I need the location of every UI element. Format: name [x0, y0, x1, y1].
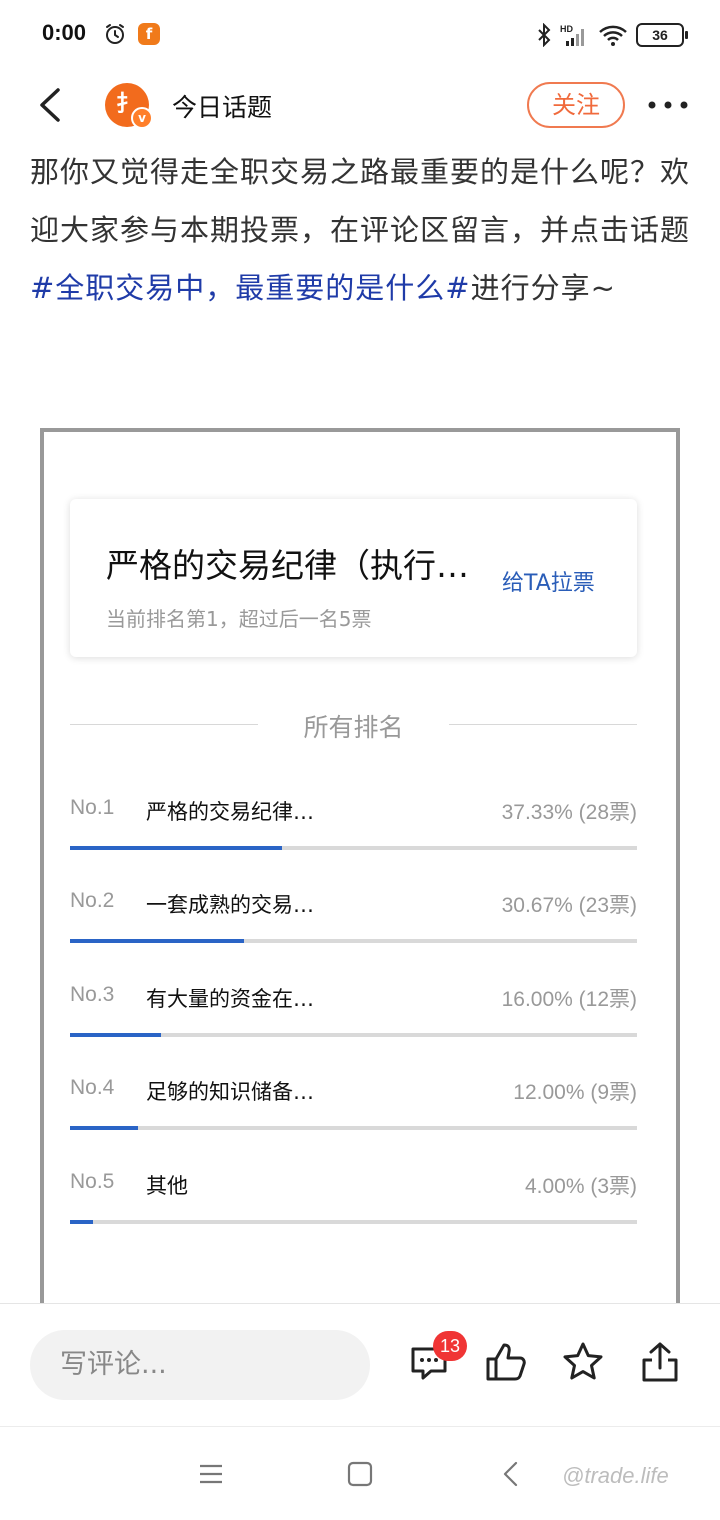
rank-number: No.1	[70, 796, 115, 819]
topic-logo[interactable]: 扌 v	[105, 83, 153, 129]
rank-progress-track	[70, 846, 637, 850]
rank-progress-track	[70, 939, 637, 943]
rank-option-name: 足够的知识储备…	[146, 1080, 314, 1104]
battery-icon: 36	[636, 23, 688, 47]
system-nav-bar: @trade.life	[0, 1426, 720, 1520]
menu-icon[interactable]	[196, 1459, 226, 1489]
rank-progress-fill	[70, 939, 244, 943]
rank-progress-fill	[70, 1220, 93, 1224]
favorite-icon[interactable]	[561, 1340, 605, 1384]
rank-progress-fill	[70, 1033, 161, 1037]
svg-text:HD: HD	[560, 24, 573, 34]
rank-vote-value: 12.00% (9票)	[513, 1081, 637, 1104]
rank-vote-value: 37.33% (28票)	[501, 801, 637, 824]
ranking-row[interactable]: No.5 其他 4.00% (3票)	[70, 1170, 637, 1230]
verified-badge-icon: v	[131, 107, 153, 129]
back-icon[interactable]	[28, 82, 74, 128]
ranking-header-label: 所有排名	[303, 713, 404, 742]
back-nav-icon[interactable]	[497, 1459, 527, 1489]
rank-number: No.3	[70, 983, 115, 1006]
signal-icon: HD	[560, 24, 584, 46]
rank-option-name: 一套成熟的交易…	[146, 893, 314, 917]
rank-option-name: 其他	[146, 1174, 188, 1198]
topic-hashtag-link[interactable]: #全职交易中，最重要的是什么#	[30, 271, 471, 305]
page-title[interactable]: 今日话题	[172, 88, 272, 124]
ranking-row[interactable]: No.1 严格的交易纪律… 37.33% (28票)	[70, 796, 637, 856]
rank-option-name: 严格的交易纪律…	[146, 800, 314, 824]
action-bar: 写评论...	[0, 1303, 720, 1425]
rank-progress-track	[70, 1126, 637, 1130]
vote-for-button[interactable]: 给TA拉票	[502, 565, 595, 597]
ranking-row[interactable]: No.4 足够的知识储备… 12.00% (9票)	[70, 1076, 637, 1136]
rank-vote-value: 30.67% (23票)	[501, 894, 637, 917]
rank-vote-value: 4.00% (3票)	[524, 1175, 637, 1198]
article-text: 那你又觉得走全职交易之路最重要的是什么呢？欢迎大家参与本期投票，在评论区留言，并…	[30, 143, 700, 317]
app-notification-icon: f	[138, 23, 160, 45]
rank-progress-fill	[70, 846, 282, 850]
follow-button[interactable]: 关注	[527, 82, 625, 128]
status-indicators: HD 36	[536, 20, 688, 50]
comment-input[interactable]: 写评论...	[30, 1330, 370, 1400]
rank-progress-fill	[70, 1126, 139, 1130]
alarm-icon	[106, 24, 124, 44]
leader-title: 严格的交易纪律（执行…	[106, 546, 469, 585]
rank-number: No.2	[70, 889, 115, 912]
article-text-before: 那你又觉得走全职交易之路最重要的是什么呢？欢迎大家参与本期投票，在评论区留言，并…	[30, 155, 691, 247]
ranking-row[interactable]: No.3 有大量的资金在… 16.00% (12票)	[70, 983, 637, 1043]
share-icon[interactable]	[638, 1340, 682, 1384]
leader-subtitle: 当前排名第1，超过后一名5票	[106, 607, 372, 631]
ranking-header: 所有排名	[70, 708, 637, 742]
rank-progress-track	[70, 1033, 637, 1037]
ranking-row[interactable]: No.2 一套成熟的交易… 30.67% (23票)	[70, 889, 637, 949]
more-icon[interactable]	[646, 90, 690, 120]
rank-option-name: 有大量的资金在…	[146, 987, 314, 1011]
rank-number: No.4	[70, 1076, 115, 1099]
divider	[449, 724, 637, 725]
wifi-icon	[599, 25, 627, 46]
like-icon[interactable]	[484, 1340, 528, 1384]
status-bar: 0:00 f HD 36	[0, 0, 720, 70]
status-time: 0:00	[42, 20, 87, 45]
rank-progress-track	[70, 1220, 637, 1224]
leader-card[interactable]: 严格的交易纪律（执行… 当前排名第1，超过后一名5票 给TA拉票	[70, 499, 637, 657]
nav-bar: 扌 v 今日话题 关注	[0, 70, 720, 140]
bluetooth-icon	[538, 23, 551, 47]
article-text-after: 进行分享~	[470, 271, 616, 305]
comment-count-badge: 13	[433, 1331, 467, 1361]
rank-vote-value: 16.00% (12票)	[501, 988, 637, 1011]
home-icon[interactable]	[345, 1459, 375, 1489]
watermark: @trade.life	[562, 1463, 669, 1488]
rank-number: No.5	[70, 1170, 115, 1193]
